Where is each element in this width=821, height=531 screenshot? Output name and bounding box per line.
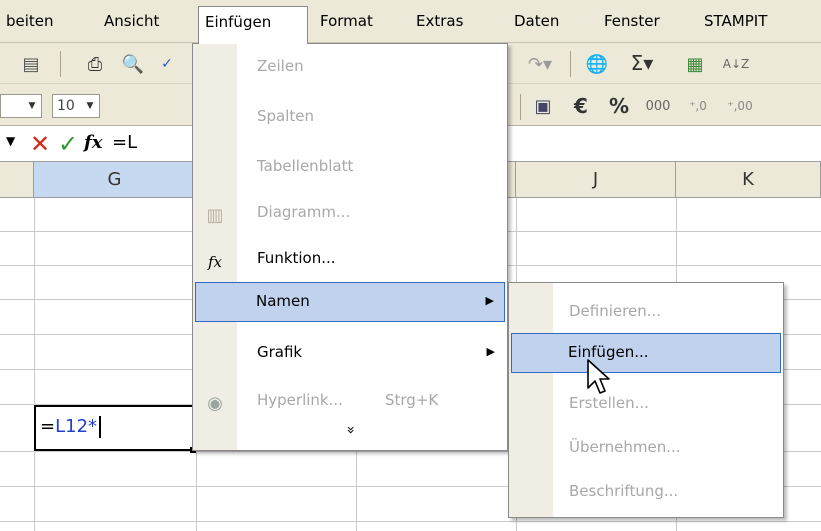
font-name-combo[interactable]: ▼ xyxy=(0,94,42,118)
menu-daten[interactable]: Daten xyxy=(508,8,565,35)
submenu-arrow-icon: ▶ xyxy=(486,345,495,358)
menu-item-hyperlink[interactable]: ◉ Hyperlink... Strg+K xyxy=(195,382,505,420)
spelling-icon[interactable]: ✓ xyxy=(152,51,182,77)
submenu-arrow-icon: ▶ xyxy=(485,294,494,307)
enter-icon[interactable]: ✓ xyxy=(58,130,78,158)
permission-icon[interactable]: ▤ xyxy=(16,51,46,77)
menu-item-zeilen[interactable]: Zeilen xyxy=(195,48,505,86)
menu-extras[interactable]: Extras xyxy=(410,8,469,35)
toolbar-separator xyxy=(60,51,61,77)
autosum-icon[interactable]: Σ ▾ xyxy=(622,49,662,77)
submenu-item-einfuegen[interactable]: Einfügen... xyxy=(511,333,781,373)
decrease-decimal-icon[interactable]: ⁺,00 xyxy=(720,92,760,120)
menu-bar: beiten Ansicht Einfügen Format Extras Da… xyxy=(0,0,821,44)
submenu-item-uebernehmen[interactable]: Übernehmen... xyxy=(511,429,781,467)
menu-item-namen[interactable]: Namen ▶ xyxy=(195,282,505,322)
column-header-j[interactable]: J xyxy=(516,162,676,198)
chevron-down-icon[interactable]: ▼ xyxy=(23,95,41,117)
column-header-g[interactable]: G xyxy=(34,162,196,198)
names-submenu: Definieren... Einfügen... Erstellen... Ü… xyxy=(508,282,784,518)
text-caret xyxy=(99,416,102,438)
cell-reference: L12 xyxy=(55,416,89,437)
insert-function-icon[interactable]: ▦ xyxy=(680,51,710,77)
hyperlink-globe-icon: ◉ xyxy=(207,393,223,414)
percent-icon[interactable]: % xyxy=(604,92,634,120)
submenu-item-definieren[interactable]: Definieren... xyxy=(511,293,781,331)
menu-item-tabellenblatt[interactable]: Tabellenblatt xyxy=(195,148,505,186)
thousands-icon[interactable]: 000 xyxy=(640,92,676,120)
function-fx-icon: fx xyxy=(207,253,222,271)
chevron-down-icon[interactable]: ▼ xyxy=(81,95,99,117)
active-cell-editor[interactable]: =L12* xyxy=(34,405,195,451)
print-icon[interactable]: ⎙ xyxy=(80,51,110,77)
menu-fenster[interactable]: Fenster xyxy=(598,8,666,35)
menu-einfuegen[interactable]: Einfügen xyxy=(198,6,308,44)
grid-line xyxy=(34,198,35,531)
submenu-item-beschriftung[interactable]: Beschriftung... xyxy=(511,473,781,511)
menu-format[interactable]: Format xyxy=(314,8,379,35)
font-size-combo[interactable]: 10 ▼ xyxy=(52,94,100,118)
menu-bearbeiten[interactable]: beiten xyxy=(0,8,60,35)
toolbar-separator xyxy=(520,94,521,120)
redo-icon[interactable]: ↷▾ xyxy=(520,51,560,77)
submenu-item-erstellen[interactable]: Erstellen... xyxy=(511,385,781,423)
name-box-dropdown-icon[interactable]: ▼ xyxy=(6,134,15,148)
menu-item-funktion[interactable]: fx Funktion... xyxy=(195,240,505,278)
increase-decimal-icon[interactable]: ⁺,0 xyxy=(680,92,716,120)
menu-item-diagramm[interactable]: ▥ Diagramm... xyxy=(195,194,505,232)
menu-expand-chevron-icon[interactable]: » xyxy=(195,416,505,446)
mouse-pointer-icon xyxy=(587,359,610,394)
insert-menu: Zeilen Spalten Tabellenblatt ▥ Diagramm..… xyxy=(192,43,508,451)
print-preview-icon[interactable]: 🔍 xyxy=(118,51,148,77)
grid-line xyxy=(0,521,821,522)
column-header-f[interactable] xyxy=(0,162,34,198)
insert-function-fx-icon[interactable]: fx xyxy=(84,132,102,153)
formula-input[interactable]: =L xyxy=(112,132,137,153)
chart-icon: ▥ xyxy=(206,205,224,226)
menu-stampit[interactable]: STAMPIT xyxy=(698,8,773,35)
toolbar-separator xyxy=(570,51,571,77)
column-header-k[interactable]: K xyxy=(676,162,821,198)
menu-ansicht[interactable]: Ansicht xyxy=(98,8,165,35)
menu-item-grafik[interactable]: Grafik ▶ xyxy=(195,334,505,372)
cancel-icon[interactable]: ✕ xyxy=(30,130,50,158)
merge-center-icon[interactable]: ▣ xyxy=(528,92,558,120)
sort-ascending-icon[interactable]: A↓Z xyxy=(716,51,756,77)
euro-icon[interactable]: € xyxy=(566,92,596,120)
hyperlink-icon[interactable]: 🌐 xyxy=(582,51,612,77)
menu-item-spalten[interactable]: Spalten xyxy=(195,98,505,136)
